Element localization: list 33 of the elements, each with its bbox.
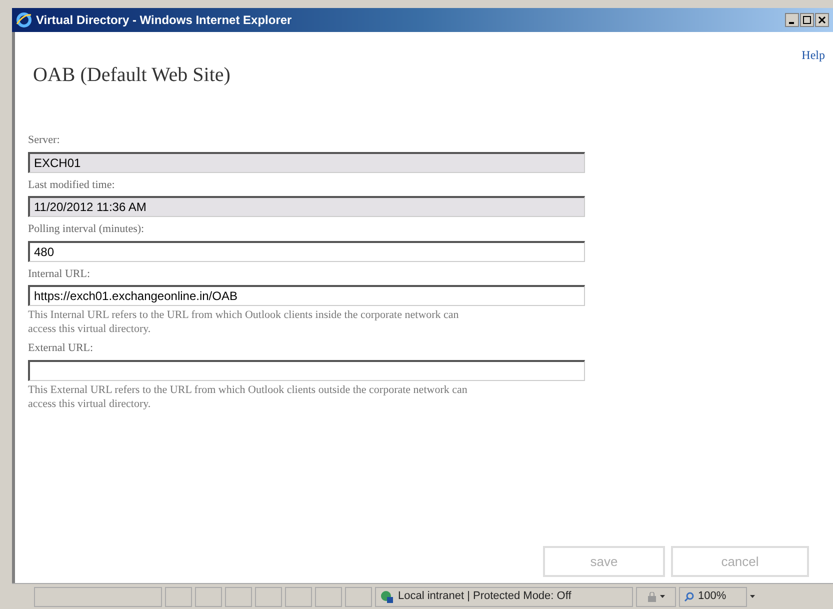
status-pane — [255, 586, 282, 606]
zoom-button[interactable]: 100% — [679, 586, 747, 606]
security-zone-text: Local intranet | Protected Mode: Off — [398, 589, 572, 604]
field-description: This External URL refers to the URL from which Outlook clients outside the corporate network can access this virtual directory. — [28, 382, 468, 410]
field-label: Internal URL: — [28, 266, 92, 282]
globe-icon — [380, 590, 394, 604]
status-pane — [195, 586, 222, 606]
field-label: Polling interval (minutes): — [28, 222, 146, 237]
magnifier-icon — [684, 592, 694, 602]
caret-icon — [660, 595, 664, 598]
status-pane — [345, 586, 372, 606]
window-title: Virtual Directory - Windows Internet Explorer — [36, 12, 292, 29]
caret-icon — [750, 595, 755, 598]
minimize-button[interactable] — [785, 13, 799, 27]
browser-logo-icon — [16, 12, 32, 28]
maximize-button[interactable] — [800, 13, 814, 27]
status-pane — [225, 586, 252, 606]
status-pane — [165, 586, 192, 606]
status-pane — [285, 586, 312, 606]
help-link[interactable]: Help — [802, 46, 825, 64]
status-pane — [315, 586, 342, 606]
text-field[interactable] — [28, 360, 585, 380]
text-field[interactable]: https://exch01.exchangeonline.in/OAB — [28, 285, 585, 306]
field-description: This Internal URL refers to the URL from which Outlook clients inside the corporate network can access this virtual directory. — [28, 308, 460, 336]
close-icon — [818, 16, 826, 24]
close-button[interactable] — [815, 13, 829, 27]
text-field[interactable]: 480 — [28, 240, 585, 262]
field-label: External URL: — [28, 341, 94, 356]
field-label: Server: — [28, 133, 61, 148]
lock-icon — [648, 592, 656, 602]
page-heading: OAB (Default Web Site) — [33, 63, 232, 88]
maximize-icon — [803, 16, 811, 24]
field-label: Last modified time: — [28, 178, 116, 192]
